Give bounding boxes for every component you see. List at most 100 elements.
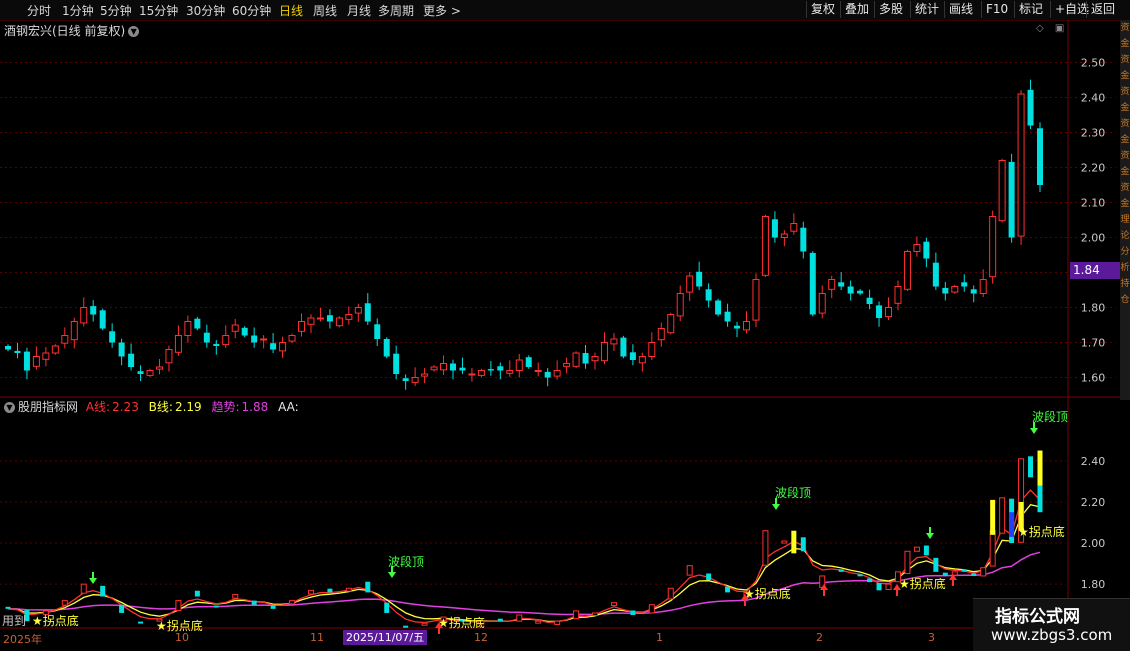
side-tab-char-16: 持 [1120,279,1130,289]
candle-up [165,349,173,364]
candle-down [715,300,722,315]
indicator-bar [5,606,11,609]
y-tick-label: 2.50 [1081,57,1106,70]
candle-up [563,363,571,367]
candle-down [14,350,21,353]
candle-up [279,342,287,352]
candle-down [544,371,551,378]
chevron-down-icon[interactable]: ▼ [4,402,15,413]
watermark-line1: 指标公式网 [995,607,1080,627]
indicator-bar [838,569,844,572]
indicator-bar [138,621,144,624]
indicator-bar [232,593,239,599]
indicator-bar [592,612,599,616]
indicator-bar [573,610,580,620]
candle-up [780,233,788,238]
candle-down [970,289,977,294]
y-tick-label: 2.30 [1081,127,1106,140]
indicator-bar [725,586,731,593]
crosshair-date: 2025/11/07/五 [343,630,428,645]
indicator-bar [554,620,561,625]
indicator-bar [175,600,182,611]
candle-down [1027,89,1034,126]
candle-down [99,310,106,329]
indicator-bar [270,605,276,609]
candle-up [885,307,893,318]
kline-chart[interactable]: 2.502.402.302.202.102.001.901.801.701.60… [0,0,1130,650]
indicator-bar [923,545,929,556]
candle-up [155,366,163,370]
candle-up [307,317,315,325]
candle-down [326,315,333,322]
side-tab-char-8: 资 [1120,151,1130,161]
side-tab-char-9: 金 [1120,167,1130,177]
candle-up [989,216,997,278]
indicator-bar [989,530,996,567]
y-tick-label: 2.00 [1081,232,1106,245]
indicator-bar [80,583,87,594]
candle-up [61,335,69,344]
side-tab-char-5: 金 [1120,103,1130,113]
indicator-bar [933,557,939,572]
candle-down [696,271,703,287]
candle-up [80,307,88,324]
candle-down [364,303,371,322]
y-tick-label: 1.80 [1081,302,1106,315]
indicator-bar [630,610,636,615]
indicator-bar [876,582,882,591]
indicator-bar [706,573,712,581]
indicator-bar [971,573,977,576]
candle-down [734,325,741,329]
indicator-bar [648,604,655,614]
x-label-10: 10 [175,631,189,644]
candle-up [184,321,192,336]
side-tab-char-4: 资 [1120,87,1130,97]
candle-down [876,305,883,318]
signal-bar [990,499,996,535]
candle-up [686,275,694,293]
indicator-bar [762,530,769,566]
right-side-strip[interactable]: 资金资金资金资金资金资金理论分析持仓 [1120,20,1130,400]
candle-up [32,356,40,367]
candle-up [222,335,230,346]
candle-down [90,306,97,315]
candle-down [705,289,712,301]
side-tab-char-0: 资 [1120,23,1130,33]
indicator-bar [421,622,428,626]
candle-up [316,317,324,320]
x-label-11: 11 [310,631,324,644]
side-tab-char-13: 论 [1120,231,1130,241]
candle-down [961,282,968,287]
a-line-label: A线: [85,400,111,414]
candle-down [374,324,381,339]
green-down-arrow-icon [89,572,97,584]
side-tab-char-12: 理 [1120,215,1130,225]
y-tick-label: 2.10 [1081,197,1106,210]
indicator-bar [345,587,352,592]
indicator-bar [516,614,523,622]
indicator-bar [365,581,371,593]
y-tick-label: 1.70 [1081,337,1106,350]
candle-down [402,378,409,381]
candle-up [51,345,59,354]
side-tab-char-6: 资 [1120,119,1130,129]
candle-up [752,279,760,321]
indicator-bar [307,589,314,595]
watermark-logo: 指标公式网 www.zbgs3.com [973,598,1130,651]
signal-bar [1037,450,1043,486]
indicator-title[interactable]: ▼ 股朋指标网 A线: 2.23 B线: 2.19 趋势: 1.88 AA: [4,398,299,415]
side-tab-char-11: 金 [1120,199,1130,209]
indicator-bar [289,600,296,605]
indicator-bar [867,578,873,583]
candle-up [506,370,514,374]
side-tab-char-10: 资 [1120,183,1130,193]
indicator-bar [942,572,948,576]
side-tab-char-2: 资 [1120,55,1130,65]
candle-down [1037,128,1043,185]
candle-up [591,356,599,362]
indicator-bar [194,590,200,597]
candle-down [270,343,277,350]
side-tab-char-15: 析 [1120,263,1130,273]
candle-up [998,160,1006,222]
candle-down [487,369,494,371]
